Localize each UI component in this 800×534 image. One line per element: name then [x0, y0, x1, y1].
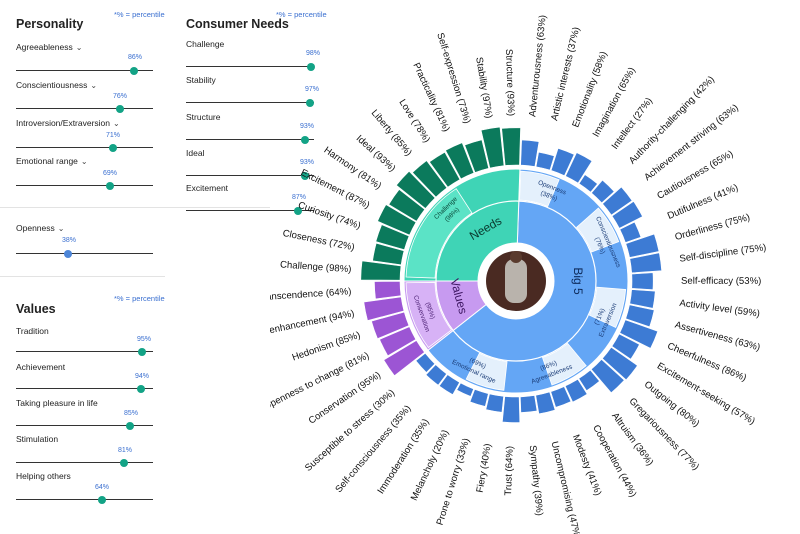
- personality-title: Personality: [16, 17, 84, 31]
- need-label: Challenge: [186, 39, 225, 49]
- trait-slider-track[interactable]: [16, 249, 153, 258]
- trait-percentile: 71%: [105, 132, 121, 139]
- facet-label: Activity level (59%): [679, 298, 761, 320]
- facet-label: Closeness (72%): [282, 228, 356, 253]
- trait-label: Emotional range: [16, 156, 78, 166]
- section-divider: [0, 276, 165, 277]
- facet-label: Stability (97%): [473, 56, 494, 119]
- chevron-down-icon[interactable]: ⌄: [76, 43, 83, 52]
- facet-bar[interactable]: [374, 281, 402, 300]
- value-slider-track[interactable]: [16, 421, 153, 430]
- personality-item-conscientiousness[interactable]: Conscientiousness ⌄ 76%: [16, 80, 156, 114]
- need-label: Structure: [186, 112, 221, 122]
- facet-label: Self-discipline (75%): [679, 242, 767, 264]
- chevron-down-icon[interactable]: ⌄: [81, 157, 88, 166]
- facet-label: Openness to change (81%): [270, 350, 371, 412]
- facet-bar[interactable]: [502, 396, 521, 423]
- value-percentile: 85%: [123, 410, 139, 417]
- facet-bar[interactable]: [501, 127, 521, 166]
- facet-label: Structure (93%): [503, 49, 516, 117]
- need-label: Excitement: [186, 183, 229, 193]
- facet-label: Trust (64%): [503, 446, 516, 496]
- slider-handle[interactable]: [116, 104, 124, 113]
- facet-label: Challenge (98%): [280, 259, 352, 275]
- facet-label: Sympathy (39%): [527, 445, 545, 517]
- value-slider-track[interactable]: [16, 347, 153, 356]
- trait-label: Agreeableness: [16, 42, 73, 52]
- trait-percentile: 86%: [127, 54, 143, 61]
- facet-bar[interactable]: [520, 139, 540, 167]
- values-item-taking-pleasure-in-life[interactable]: Taking pleasure in life 85%: [16, 398, 156, 432]
- trait-slider-track[interactable]: [16, 104, 153, 113]
- facet-label: Adventurousness (63%): [527, 14, 548, 117]
- trait-percentile: 69%: [102, 170, 118, 177]
- slider-handle[interactable]: [109, 143, 117, 152]
- facet-bar[interactable]: [535, 151, 555, 171]
- slider-handle[interactable]: [98, 495, 106, 504]
- trait-slider-track[interactable]: [16, 143, 153, 152]
- values-title: Values: [16, 302, 56, 316]
- slider-handle[interactable]: [137, 384, 145, 393]
- big5-category-label: Big 5: [571, 267, 585, 295]
- portrait-figure: [505, 259, 527, 303]
- trait-slider-track[interactable]: [16, 181, 153, 190]
- values-percentile-note: *% = percentile: [114, 294, 165, 303]
- value-label: Helping others: [16, 471, 71, 481]
- value-slider-track[interactable]: [16, 384, 153, 393]
- personality-sunburst-chart: Adventurousness (63%) Artistic interests …: [270, 14, 767, 534]
- facet-label: Orderliness (75%): [674, 212, 751, 243]
- value-label: Stimulation: [16, 434, 59, 444]
- facet-bar[interactable]: [456, 382, 474, 397]
- personality-item-introversion-extraversion[interactable]: Introversion/Extraversion ⌄ 71%: [16, 118, 156, 152]
- slider-handle[interactable]: [138, 347, 146, 356]
- slider-handle[interactable]: [130, 66, 138, 75]
- value-percentile: 81%: [117, 447, 133, 454]
- value-percentile: 94%: [134, 373, 150, 380]
- portrait-head: [510, 251, 522, 263]
- facet-label: Self-transcendence (64%): [270, 286, 352, 304]
- facet-bar[interactable]: [631, 272, 654, 290]
- value-percentile: 95%: [136, 336, 152, 343]
- need-label: Ideal: [186, 148, 205, 158]
- need-label: Stability: [186, 75, 216, 85]
- personality-item-agreeableness[interactable]: Agreeableness ⌄ 86%: [16, 42, 156, 76]
- values-item-tradition[interactable]: Tradition 95%: [16, 326, 156, 360]
- slider-handle[interactable]: [106, 181, 114, 190]
- value-percentile: 64%: [94, 484, 110, 491]
- trait-percentile: 38%: [61, 237, 77, 244]
- personality-item-openness[interactable]: Openness ⌄ 38%: [16, 223, 156, 258]
- value-label: Achievement: [16, 362, 66, 372]
- chevron-down-icon[interactable]: ⌄: [113, 119, 120, 128]
- facet-label: Fiery (40%): [475, 443, 494, 494]
- trait-label: Openness: [16, 223, 55, 233]
- facet-bar[interactable]: [520, 395, 538, 413]
- value-slider-track[interactable]: [16, 458, 153, 467]
- personality-item-emotional-range[interactable]: Emotional range ⌄ 69%: [16, 156, 156, 190]
- facet-label: Curiosity (74%): [296, 200, 362, 232]
- trait-label: Conscientiousness: [16, 80, 88, 90]
- value-label: Tradition: [16, 326, 49, 336]
- values-item-achievement[interactable]: Achievement 94%: [16, 362, 156, 396]
- chevron-down-icon[interactable]: ⌄: [90, 81, 97, 90]
- value-slider-track[interactable]: [16, 495, 153, 504]
- trait-slider-track[interactable]: [16, 66, 153, 75]
- trait-percentile: 76%: [112, 93, 128, 100]
- values-item-helping-others[interactable]: Helping others 64%: [16, 471, 156, 505]
- chevron-down-icon[interactable]: ⌄: [58, 224, 65, 233]
- personality-percentile-note: *% = percentile: [114, 10, 165, 19]
- slider-handle[interactable]: [126, 421, 134, 430]
- facet-bar[interactable]: [469, 389, 489, 407]
- value-label: Taking pleasure in life: [16, 398, 98, 408]
- trait-label: Introversion/Extraversion: [16, 118, 111, 128]
- facet-label: Self-efficacy (53%): [681, 276, 761, 287]
- values-item-stimulation[interactable]: Stimulation 81%: [16, 434, 156, 468]
- slider-handle[interactable]: [64, 249, 72, 258]
- slider-handle[interactable]: [120, 458, 128, 467]
- facet-bar[interactable]: [485, 393, 504, 413]
- facet-label: Gregariousness (77%): [627, 396, 702, 473]
